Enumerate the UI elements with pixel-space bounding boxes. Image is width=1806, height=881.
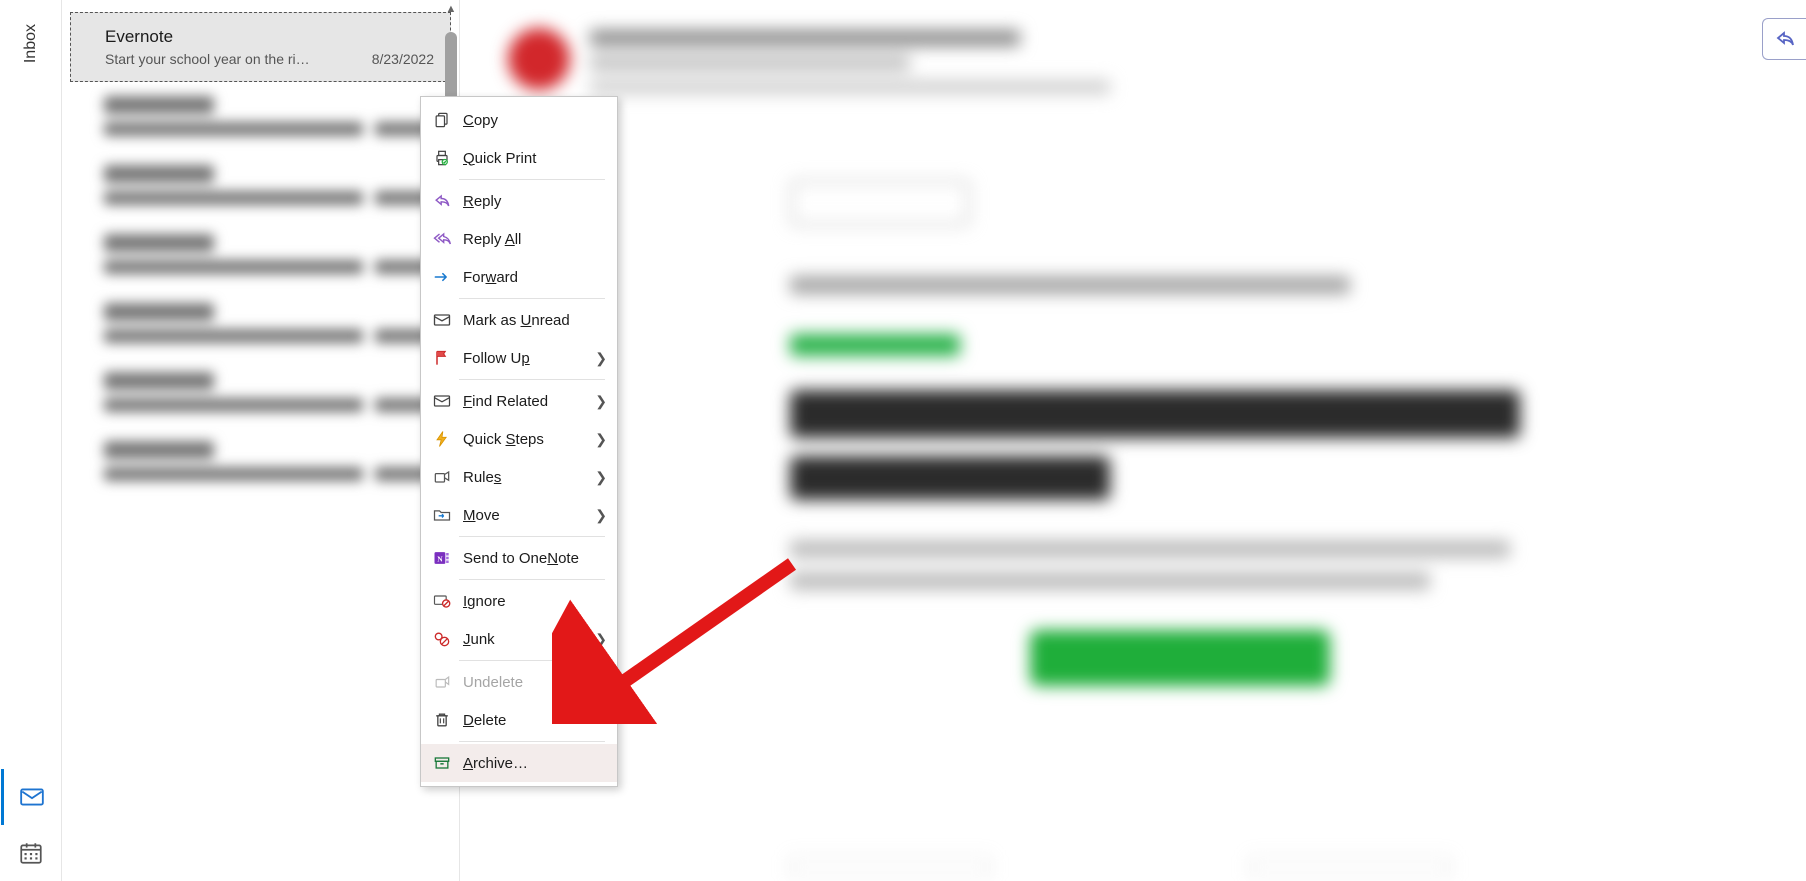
reply-all-icon	[431, 228, 453, 250]
junk-icon	[431, 628, 453, 650]
chevron-right-icon: ❯	[595, 469, 607, 486]
message-preview: Start your school year on the ri…	[105, 51, 360, 67]
context-follow-up[interactable]: Follow Up ❯	[421, 339, 617, 377]
message-from: Evernote	[105, 27, 434, 47]
context-rules[interactable]: Rules ❯	[421, 458, 617, 496]
context-onenote[interactable]: N Send to OneNote	[421, 539, 617, 577]
message-row-redacted	[70, 427, 451, 496]
move-folder-icon	[431, 504, 453, 526]
calendar-module-button[interactable]	[1, 825, 61, 881]
context-delete[interactable]: Delete	[421, 701, 617, 739]
message-row-redacted	[70, 358, 451, 427]
message-list[interactable]: Evernote Start your school year on the ri…	[62, 0, 460, 881]
context-forward[interactable]: Forward	[421, 258, 617, 296]
message-context-menu: Copy Quick Print Reply Reply All Forward…	[420, 96, 618, 787]
rules-icon	[431, 466, 453, 488]
context-find-related[interactable]: Find Related ❯	[421, 382, 617, 420]
sender-avatar	[508, 28, 570, 90]
reply-button[interactable]	[1762, 18, 1806, 60]
reply-icon	[431, 190, 453, 212]
mail-icon	[19, 784, 45, 810]
chevron-right-icon: ❯	[595, 507, 607, 524]
archive-icon	[431, 752, 453, 774]
find-icon	[431, 390, 453, 412]
context-mark-unread[interactable]: Mark as Unread	[421, 301, 617, 339]
print-icon	[431, 147, 453, 169]
inbox-folder-label[interactable]: Inbox	[22, 24, 40, 63]
message-row-redacted	[70, 220, 451, 289]
chevron-right-icon: ❯	[595, 393, 607, 410]
message-date: 8/23/2022	[372, 51, 434, 67]
calendar-icon	[18, 840, 44, 866]
message-row-redacted	[70, 151, 451, 220]
navigation-rail: Inbox	[0, 0, 62, 881]
lightning-icon	[431, 428, 453, 450]
svg-text:N: N	[437, 554, 443, 563]
onenote-icon: N	[431, 547, 453, 569]
scroll-thumb[interactable]	[445, 32, 457, 102]
trash-icon	[431, 709, 453, 731]
context-ignore[interactable]: Ignore	[421, 582, 617, 620]
undelete-icon	[431, 671, 453, 693]
context-undelete: Undelete	[421, 663, 617, 701]
ignore-icon	[431, 590, 453, 612]
reading-pane	[460, 0, 1806, 881]
forward-icon	[431, 266, 453, 288]
context-quick-print[interactable]: Quick Print	[421, 139, 617, 177]
message-row-redacted	[70, 289, 451, 358]
message-row-redacted	[70, 82, 451, 151]
context-archive[interactable]: Archive…	[421, 744, 617, 782]
context-reply[interactable]: Reply	[421, 182, 617, 220]
scroll-up-icon[interactable]: ▲	[442, 0, 460, 18]
chevron-right-icon: ❯	[595, 350, 607, 367]
context-reply-all[interactable]: Reply All	[421, 220, 617, 258]
chevron-right-icon: ❯	[595, 631, 607, 648]
mail-module-button[interactable]	[1, 769, 61, 825]
message-row[interactable]: Evernote Start your school year on the ri…	[70, 12, 451, 82]
chevron-right-icon: ❯	[595, 431, 607, 448]
context-junk[interactable]: Junk ❯	[421, 620, 617, 658]
envelope-icon	[431, 309, 453, 331]
context-copy[interactable]: Copy	[421, 101, 617, 139]
copy-icon	[431, 109, 453, 131]
context-quick-steps[interactable]: Quick Steps ❯	[421, 420, 617, 458]
reply-icon	[1773, 27, 1797, 51]
context-move[interactable]: Move ❯	[421, 496, 617, 534]
flag-icon	[431, 347, 453, 369]
